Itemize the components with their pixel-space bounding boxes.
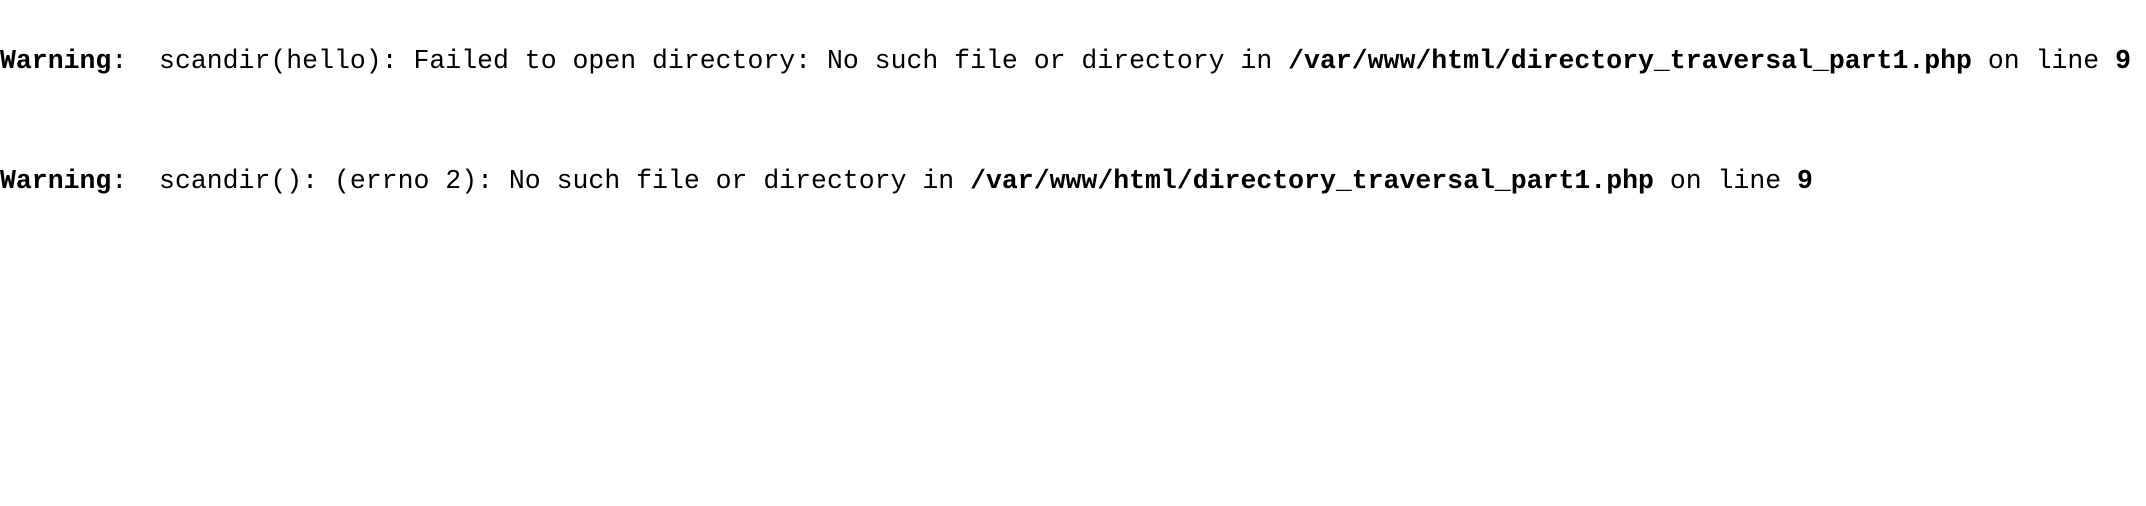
warning-file-path: /var/www/html/directory_traversal_part1.… bbox=[970, 166, 1654, 196]
php-warning-2: Warning: scandir(): (errno 2): No such f… bbox=[0, 168, 1813, 198]
warning-line-number: 9 bbox=[2115, 46, 2131, 76]
warning-on-line-text: on line bbox=[1987, 46, 2100, 76]
php-warning-1: Warning: scandir(hello): Failed to open … bbox=[0, 48, 2131, 78]
warning-on-line-text: on line bbox=[1669, 166, 1782, 196]
warning-label: Warning bbox=[0, 46, 112, 76]
warning-colon: : bbox=[111, 166, 160, 196]
warning-message: scandir(): (errno 2): No such file or di… bbox=[159, 166, 955, 196]
warning-line-number: 9 bbox=[1797, 166, 1813, 196]
warning-colon: : bbox=[111, 46, 160, 76]
warning-file-path: /var/www/html/directory_traversal_part1.… bbox=[1288, 46, 1972, 76]
warning-label: Warning bbox=[0, 166, 112, 196]
warning-message: scandir(hello): Failed to open directory… bbox=[159, 46, 1273, 76]
